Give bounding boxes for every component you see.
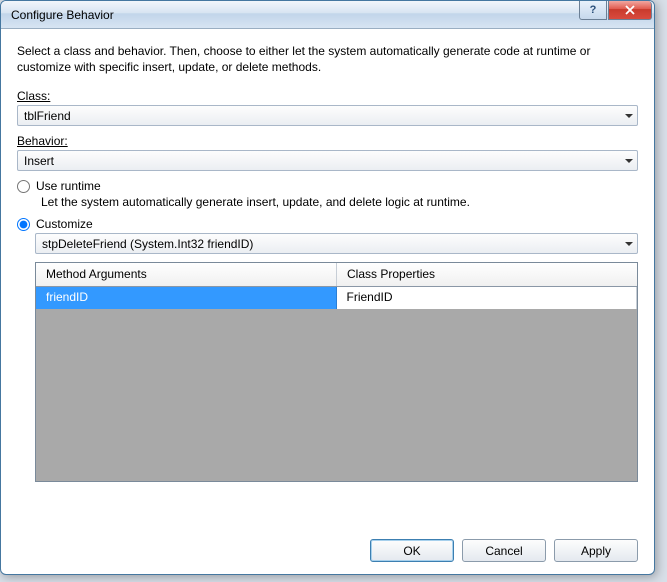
grid-body: friendID FriendID — [36, 287, 637, 481]
use-runtime-radio[interactable] — [17, 180, 30, 193]
grid-cell-argument: friendID — [36, 287, 337, 309]
use-runtime-description: Let the system automatically generate in… — [41, 195, 638, 209]
apply-button-label: Apply — [581, 544, 611, 558]
behavior-dropdown-value: Insert — [24, 154, 54, 168]
use-runtime-label: Use runtime — [36, 179, 101, 193]
customize-label: Customize — [36, 217, 93, 231]
help-icon: ? — [590, 4, 597, 16]
customize-row: Customize — [17, 217, 638, 231]
class-dropdown[interactable]: tblFriend — [17, 105, 638, 126]
procedure-dropdown[interactable]: stpDeleteFriend (System.Int32 friendID) — [35, 233, 638, 254]
dialog-window: Configure Behavior ? Select a class and … — [0, 0, 655, 575]
customize-block: stpDeleteFriend (System.Int32 friendID) — [35, 233, 638, 254]
cancel-button-label: Cancel — [485, 544, 522, 558]
titlebar: Configure Behavior ? — [1, 1, 654, 29]
grid-header-method-arguments[interactable]: Method Arguments — [36, 263, 337, 286]
ok-button-label: OK — [403, 544, 420, 558]
close-button[interactable] — [608, 1, 652, 20]
class-dropdown-value: tblFriend — [24, 109, 71, 123]
help-button[interactable]: ? — [579, 1, 607, 20]
behavior-dropdown[interactable]: Insert — [17, 150, 638, 171]
chevron-down-icon — [625, 242, 633, 246]
customize-radio[interactable] — [17, 218, 30, 231]
dialog-content: Select a class and behavior. Then, choos… — [1, 29, 654, 492]
cancel-button[interactable]: Cancel — [462, 539, 546, 562]
grid-row[interactable]: friendID FriendID — [36, 287, 637, 309]
chevron-down-icon — [625, 114, 633, 118]
window-title: Configure Behavior — [11, 8, 579, 22]
class-label: Class: — [17, 89, 638, 103]
dialog-button-row: OK Cancel Apply — [1, 527, 654, 574]
arguments-grid[interactable]: Method Arguments Class Properties friend… — [35, 262, 638, 482]
chevron-down-icon — [625, 159, 633, 163]
titlebar-buttons: ? — [579, 1, 654, 28]
procedure-dropdown-value: stpDeleteFriend (System.Int32 friendID) — [42, 237, 253, 251]
grid-cell-property: FriendID — [337, 287, 638, 309]
behavior-label: Behavior: — [17, 134, 638, 148]
ok-button[interactable]: OK — [370, 539, 454, 562]
grid-header-class-properties[interactable]: Class Properties — [337, 263, 637, 286]
use-runtime-row: Use runtime — [17, 179, 638, 193]
grid-header: Method Arguments Class Properties — [36, 263, 637, 287]
apply-button[interactable]: Apply — [554, 539, 638, 562]
instructions-text: Select a class and behavior. Then, choos… — [17, 43, 638, 75]
close-icon — [624, 5, 636, 15]
